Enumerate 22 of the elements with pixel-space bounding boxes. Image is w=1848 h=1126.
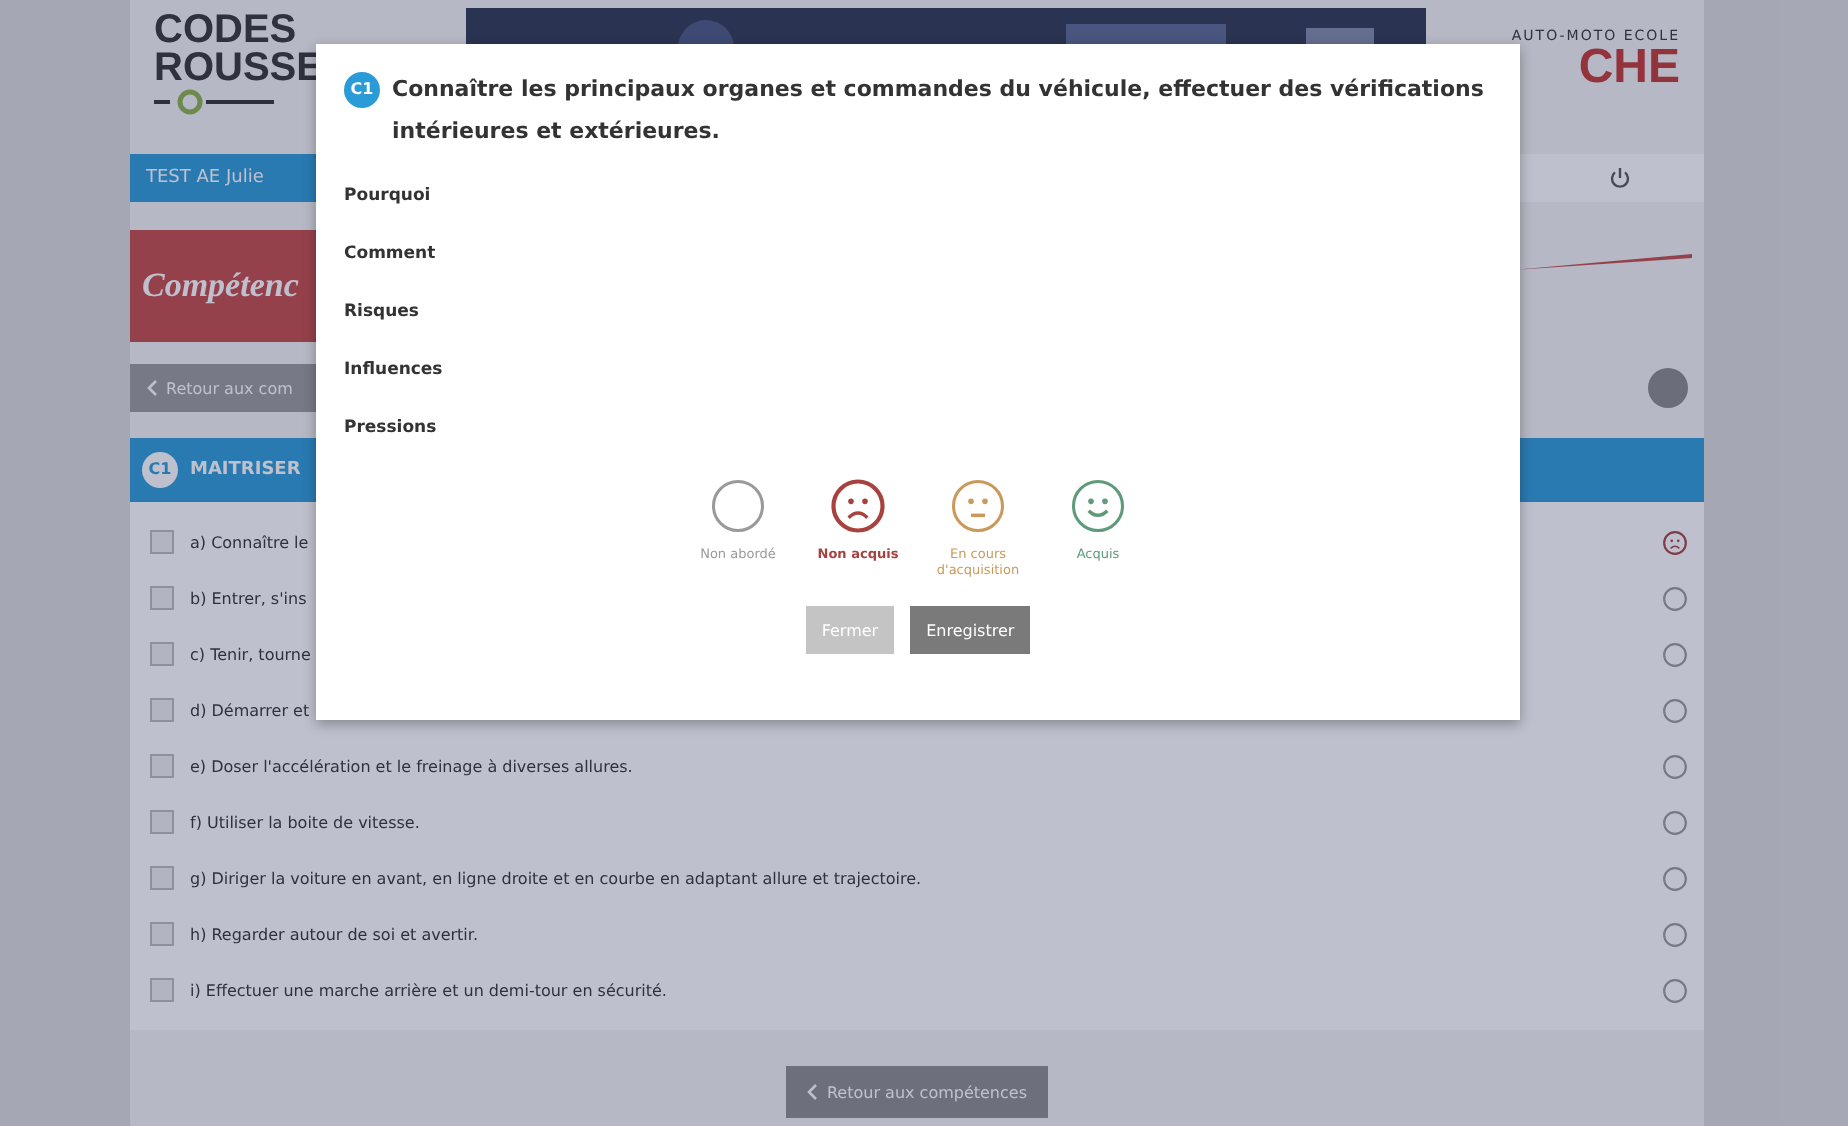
skill-item: e) Doser l'accélération et le freinage à diverses allures. — [190, 757, 633, 775]
section-title: MAITRISER — [190, 460, 301, 480]
field-label: Influences — [344, 358, 443, 384]
skill-item: f) Utiliser la boite de vitesse. — [190, 813, 420, 831]
competence-badge: C1 — [344, 72, 380, 108]
logo-text: CODES — [154, 12, 299, 50]
field-label: Risques — [344, 300, 419, 326]
field-label: Pourquoi — [344, 184, 431, 210]
section-badge: C1 — [142, 452, 178, 488]
skill-item: g) Diriger la voiture en avant, en ligne droite et en courbe en adaptant allure et trajectoire. — [190, 869, 922, 887]
skill-item: b) Entrer, s'ins — [190, 589, 307, 607]
field-label: Comment — [344, 242, 436, 268]
logo-text: CHE — [1578, 44, 1680, 92]
skill-item: a) Connaître le — [190, 533, 309, 551]
dialog-title: Connaître les principaux organes et commandes du véhicule, effectuer des vérifications intérieures et extérieures. — [392, 74, 1486, 148]
user-name: TEST AE Julie — [130, 154, 318, 202]
banner-title: Compétenc — [142, 266, 299, 306]
skill-item: h) Regarder autour de soi et avertir. — [190, 925, 478, 943]
skill-item: i) Effectuer une marche arrière et un demi-tour en sécurité. — [190, 981, 667, 999]
skill-item: c) Tenir, tourne — [190, 645, 311, 663]
skill-item: d) Démarrer et — [190, 701, 310, 719]
field-label: Pressions — [344, 416, 437, 442]
